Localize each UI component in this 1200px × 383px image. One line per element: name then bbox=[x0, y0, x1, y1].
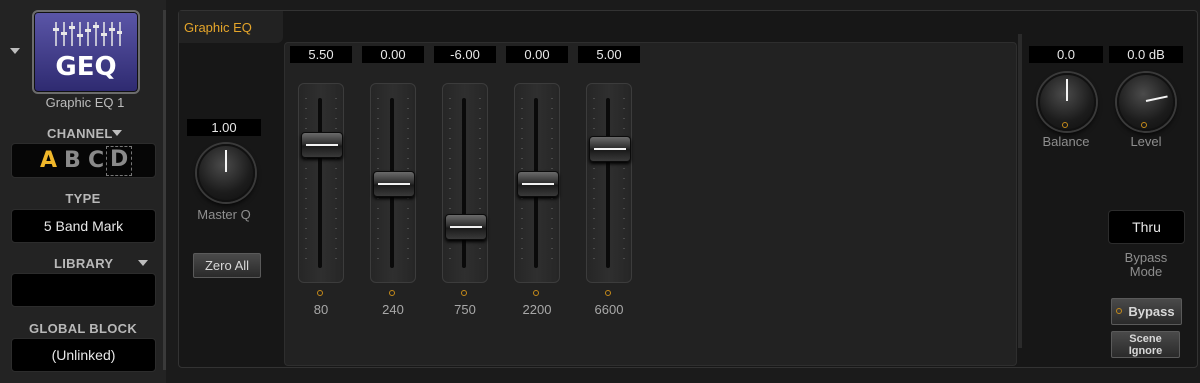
band-frequency-label: 2200 bbox=[522, 302, 552, 317]
channel-option-d[interactable]: D bbox=[106, 146, 133, 176]
fader-slot bbox=[318, 98, 322, 268]
band-frequency-label: 6600 bbox=[594, 302, 624, 317]
type-field[interactable]: 5 Band Mark bbox=[11, 209, 156, 243]
library-dropdown-arrow-icon[interactable] bbox=[138, 260, 148, 266]
band-fader[interactable] bbox=[442, 83, 488, 283]
block-menu-arrow-icon[interactable] bbox=[10, 48, 20, 54]
band-fader[interactable] bbox=[298, 83, 344, 283]
block-icon-label: GEQ bbox=[55, 52, 117, 82]
band-frequency-label: 240 bbox=[382, 302, 404, 317]
block-icon-button[interactable]: GEQ bbox=[32, 10, 140, 94]
panel-title: Graphic EQ bbox=[184, 20, 252, 35]
channel-option-b[interactable]: B bbox=[64, 148, 81, 173]
panel-title-tab: Graphic EQ bbox=[179, 11, 283, 43]
fader-cap[interactable] bbox=[589, 135, 631, 162]
channel-heading: CHANNEL bbox=[47, 126, 113, 141]
level-led bbox=[1141, 122, 1147, 128]
bypass-led bbox=[1116, 308, 1122, 314]
bypass-button[interactable]: Bypass bbox=[1111, 298, 1182, 325]
fader-cap[interactable] bbox=[445, 213, 487, 240]
balance-label: Balance bbox=[1042, 134, 1090, 149]
band-fader[interactable] bbox=[370, 83, 416, 283]
eq-sliders-icon bbox=[53, 22, 122, 46]
zero-all-button[interactable]: Zero All bbox=[193, 253, 261, 278]
band-gain-value: -6.00 bbox=[434, 46, 496, 63]
fader-cap[interactable] bbox=[301, 132, 343, 159]
bypass-mode-field[interactable]: Thru bbox=[1108, 210, 1185, 244]
global-block-heading: GLOBAL BLOCK bbox=[28, 321, 138, 336]
band-gain-value: 5.00 bbox=[578, 46, 640, 63]
channel-dropdown-arrow-icon[interactable] bbox=[112, 130, 122, 136]
balance-led bbox=[1062, 122, 1068, 128]
level-value: 0.0 dB bbox=[1109, 46, 1183, 63]
band-gain-value: 0.00 bbox=[506, 46, 568, 63]
fader-cap[interactable] bbox=[373, 171, 415, 197]
bypass-mode-label: Bypass Mode bbox=[1106, 251, 1186, 279]
fader-slot bbox=[462, 98, 466, 268]
library-heading: LIBRARY bbox=[54, 256, 114, 271]
band-gain-value: 0.00 bbox=[362, 46, 424, 63]
master-q-value: 1.00 bbox=[187, 119, 261, 136]
band-led bbox=[605, 290, 611, 296]
master-q-knob[interactable] bbox=[197, 144, 255, 202]
channel-option-a[interactable]: A bbox=[40, 148, 57, 173]
bypass-mode-label-line2: Mode bbox=[1129, 264, 1163, 279]
fader-scale bbox=[449, 98, 451, 268]
band-fader[interactable] bbox=[586, 83, 632, 283]
bypass-button-label: Bypass bbox=[1128, 304, 1175, 319]
type-heading: TYPE bbox=[65, 191, 101, 206]
scene-ignore-line2: Ignore bbox=[1128, 345, 1163, 357]
band-gain-value: 5.50 bbox=[290, 46, 352, 63]
band-fader[interactable] bbox=[514, 83, 560, 283]
band-led bbox=[389, 290, 395, 296]
balance-value: 0.0 bbox=[1029, 46, 1103, 63]
fader-cap[interactable] bbox=[517, 171, 559, 197]
scene-ignore-line1: Scene bbox=[1129, 333, 1162, 345]
band-led bbox=[533, 290, 539, 296]
global-block-field[interactable]: (Unlinked) bbox=[11, 338, 156, 372]
band-led bbox=[461, 290, 467, 296]
fader-scale bbox=[623, 98, 625, 268]
scene-ignore-button[interactable]: Scene Ignore bbox=[1111, 331, 1180, 358]
band-frequency-label: 80 bbox=[313, 302, 329, 317]
fader-scale bbox=[479, 98, 481, 268]
master-q-label: Master Q bbox=[197, 207, 251, 222]
band-led bbox=[317, 290, 323, 296]
level-label: Level bbox=[1130, 134, 1162, 149]
fader-slot bbox=[606, 98, 610, 268]
fader-scale bbox=[593, 98, 595, 268]
block-name: Graphic EQ 1 bbox=[45, 95, 125, 110]
right-divider bbox=[1018, 34, 1022, 348]
sidebar-divider bbox=[163, 10, 166, 370]
channel-selector: A B C D bbox=[11, 143, 156, 178]
library-field[interactable] bbox=[11, 273, 156, 307]
band-frequency-label: 750 bbox=[454, 302, 476, 317]
channel-option-c[interactable]: C bbox=[88, 148, 104, 173]
fader-scale bbox=[335, 98, 337, 268]
bypass-mode-label-line1: Bypass bbox=[1124, 250, 1168, 265]
fader-scale bbox=[305, 98, 307, 268]
